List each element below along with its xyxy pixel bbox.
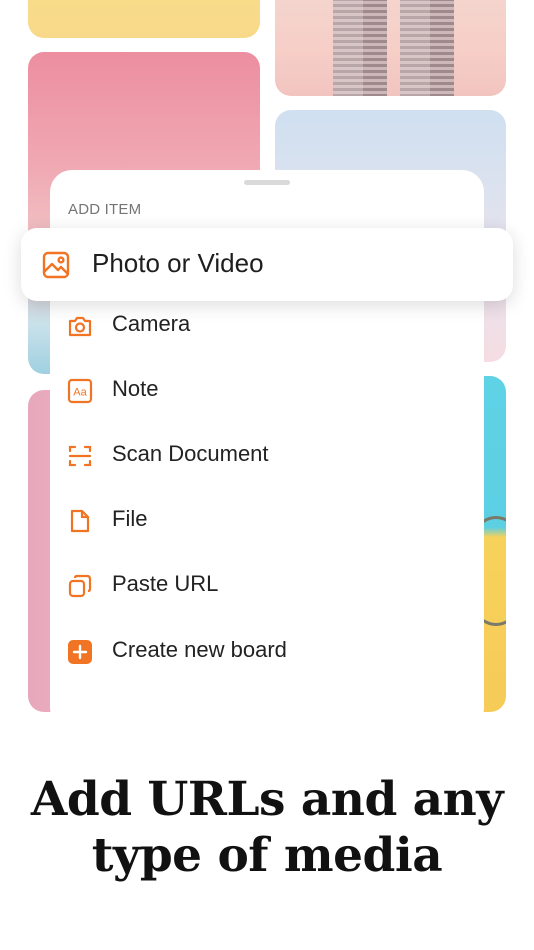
menu-item-label: Photo or Video xyxy=(92,248,264,278)
headline-line-1: Add URLs and any xyxy=(30,772,504,827)
menu-item-paste-url[interactable]: Paste URL xyxy=(50,558,484,614)
menu-item-label: Camera xyxy=(112,311,191,336)
photo-icon xyxy=(41,250,71,280)
menu-item-file[interactable]: File xyxy=(50,493,484,549)
file-icon xyxy=(67,508,93,534)
menu-item-label: Scan Document xyxy=(112,441,269,466)
photo-tile-towers xyxy=(275,0,506,96)
note-icon: Aa xyxy=(67,378,93,404)
menu-item-label: Note xyxy=(112,376,159,401)
menu-item-note[interactable]: Aa Note xyxy=(50,363,484,419)
menu-item-label: Create new board xyxy=(112,637,287,662)
plus-board-icon xyxy=(67,639,93,665)
camera-icon xyxy=(67,313,93,339)
headline-line-2: type of media xyxy=(91,828,443,883)
menu-item-camera[interactable]: Camera xyxy=(50,298,484,354)
menu-item-create-new-board[interactable]: Create new board xyxy=(50,624,484,680)
promo-headline: Add URLs and any type of media xyxy=(0,772,534,884)
menu-item-photo-or-video[interactable]: Photo or Video xyxy=(21,228,513,301)
paste-url-icon xyxy=(67,573,93,599)
scan-icon xyxy=(67,443,93,469)
photo-tile-yellow xyxy=(28,0,260,38)
menu-item-label: Paste URL xyxy=(112,571,219,596)
svg-text:Aa: Aa xyxy=(73,387,87,399)
menu-item-label: File xyxy=(112,506,148,531)
sheet-title: ADD ITEM xyxy=(68,201,142,218)
sheet-drag-handle[interactable] xyxy=(244,180,290,185)
menu-item-scan-document[interactable]: Scan Document xyxy=(50,428,484,484)
